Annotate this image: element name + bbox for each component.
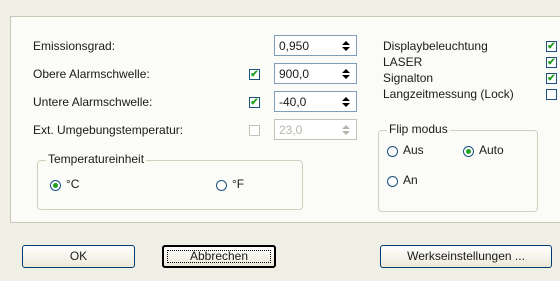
spin-arrows-icon[interactable]: [337, 93, 354, 110]
ext-temp-checkbox[interactable]: [249, 125, 260, 136]
abbrechen-button[interactable]: Abbrechen: [162, 245, 276, 268]
radio-an-label[interactable]: An: [403, 173, 418, 187]
displaybeleuchtung-label: Displaybeleuchtung: [383, 39, 488, 53]
ext-temp-stepper[interactable]: 23,0: [274, 119, 357, 140]
radio-celsius-label[interactable]: °C: [66, 177, 79, 191]
radio-an[interactable]: [387, 176, 398, 187]
settings-panel: Emissionsgrad: 0,950 Obere Alarmschwelle…: [10, 16, 560, 223]
spin-arrows-icon[interactable]: [337, 65, 354, 82]
radio-celsius[interactable]: [50, 180, 61, 191]
obere-alarm-stepper[interactable]: 900,0: [274, 63, 357, 84]
obere-alarm-checkbox[interactable]: ✔: [249, 69, 260, 80]
signalton-label: Signalton: [383, 71, 434, 85]
ext-temp-label: Ext. Umgebungstemperatur:: [33, 123, 184, 137]
langzeit-label: Langzeitmessung (Lock): [383, 87, 514, 101]
obere-alarm-label: Obere Alarmschwelle:: [33, 67, 150, 81]
displaybeleuchtung-checkbox[interactable]: ✔: [546, 41, 557, 52]
radio-auto-label[interactable]: Auto: [479, 143, 504, 157]
emissionsgrad-value: 0,950: [279, 39, 310, 53]
flip-modus-title: Flip modus: [387, 122, 450, 136]
radio-fahrenheit-label[interactable]: °F: [232, 177, 244, 191]
werkseinstellungen-button[interactable]: Werkseinstellungen ...: [380, 245, 552, 268]
ok-button[interactable]: OK: [22, 245, 135, 268]
flip-modus-group: Flip modus Aus Auto An: [378, 122, 538, 212]
radio-aus[interactable]: [387, 146, 398, 157]
spin-arrows-icon[interactable]: [337, 121, 354, 138]
laser-label: LASER: [383, 55, 423, 69]
signalton-checkbox[interactable]: ✔: [546, 73, 557, 84]
radio-aus-label[interactable]: Aus: [403, 143, 424, 157]
focus-ring: [167, 250, 271, 263]
spin-arrows-icon[interactable]: [337, 37, 354, 54]
langzeit-checkbox[interactable]: [546, 89, 557, 100]
ext-temp-value: 23,0: [279, 123, 303, 137]
temperatureinheit-title: Temperatureinheit: [46, 152, 147, 166]
laser-checkbox[interactable]: ✔: [546, 57, 557, 68]
untere-alarm-value: -40,0: [279, 95, 307, 109]
radio-auto[interactable]: [463, 146, 474, 157]
obere-alarm-value: 900,0: [279, 67, 310, 81]
untere-alarm-stepper[interactable]: -40,0: [274, 91, 357, 112]
emissionsgrad-stepper[interactable]: 0,950: [274, 35, 357, 56]
temperatureinheit-group: Temperatureinheit °C °F: [37, 152, 303, 210]
radio-fahrenheit[interactable]: [216, 180, 227, 191]
emissionsgrad-label: Emissionsgrad:: [33, 39, 116, 53]
untere-alarm-label: Untere Alarmschwelle:: [33, 95, 153, 109]
untere-alarm-checkbox[interactable]: ✔: [249, 97, 260, 108]
